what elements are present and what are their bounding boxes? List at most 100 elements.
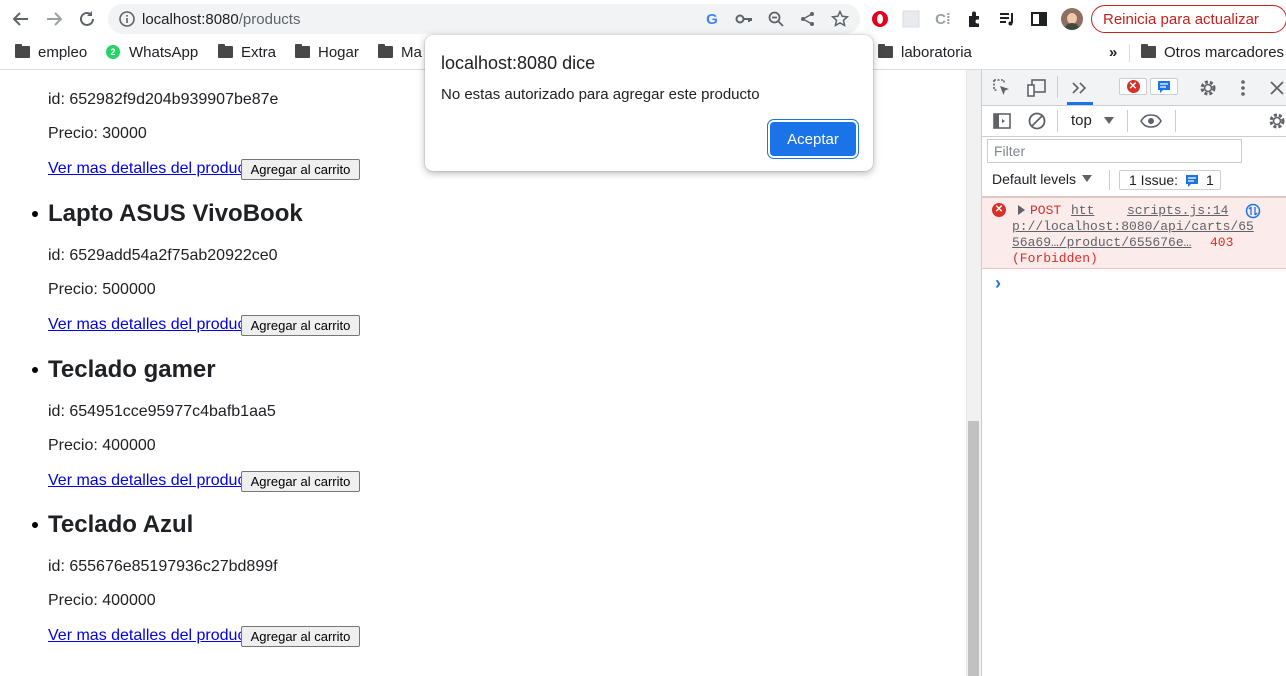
bookmark-label: Ma [401,43,422,61]
console-filter-input[interactable]: Filter [987,139,1242,163]
bookmark-whatsapp[interactable]: 2 WhatsApp [106,43,198,61]
product-id: id: 654951cce95977c4bafb1aa5 [48,403,276,420]
key-icon[interactable] [735,10,753,28]
error-url-start[interactable]: htt [1071,203,1094,218]
back-arrow-icon [12,12,28,26]
issues-button[interactable]: 1 Issue: 1 [1119,170,1221,190]
site-info-icon[interactable] [118,10,136,28]
accept-button[interactable]: Aceptar [770,122,856,156]
console-settings-gear-icon[interactable] [1266,110,1286,132]
zoom-icon[interactable] [767,10,785,28]
product-details-link[interactable]: Ver mas detalles del producto [48,316,259,334]
levels-label: Default levels [992,171,1077,187]
bookmarks-separator [1129,44,1130,62]
folder-icon [878,44,893,58]
error-method: POST [1030,203,1062,218]
devtools-separator [1057,110,1058,132]
error-icon: ✕ [992,203,1006,217]
bookmark-label: empleo [38,43,88,61]
bookmark-label: Otros marcadores [1164,43,1285,61]
bookmark-hogar[interactable]: Hogar [295,43,359,61]
network-request-icon[interactable] [1245,203,1261,219]
side-panel-icon[interactable] [1029,9,1049,29]
devtools-separator [1057,76,1058,98]
context-value: top [1071,112,1092,129]
folder-icon [15,44,30,58]
reload-button[interactable] [76,8,98,30]
settings-gear-icon[interactable] [1197,77,1219,99]
back-button[interactable] [10,8,32,30]
devtools-separator [1175,110,1176,132]
issues-counter[interactable] [1150,78,1178,95]
google-icon[interactable]: G [703,10,721,28]
product-id: id: 652982f9d204b939907be87e [48,91,279,108]
bookmark-laboratoria[interactable]: laboratoria [878,43,972,61]
error-icon: ✕ [1126,80,1140,93]
bookmark-star-icon[interactable] [831,10,849,28]
bookmarks-overflow-button[interactable]: » [1109,43,1117,61]
product-details-link[interactable]: Ver mas detalles del producto [48,160,259,178]
product-details-link[interactable]: Ver mas detalles del producto [48,472,259,490]
close-devtools-icon[interactable] [1266,77,1286,99]
context-select[interactable]: top [1071,112,1114,129]
devtools-separator [1127,110,1128,132]
more-options-icon[interactable] [1232,77,1254,99]
console-prompt[interactable]: › [995,273,1001,294]
inspect-element-icon[interactable] [991,77,1013,99]
product-price: Precio: 400000 [48,437,156,454]
product-title: Teclado gamer [48,356,216,383]
list-bullet [32,367,38,373]
dialog-message: No estas autorizado para agregar este pr… [441,86,760,103]
bookmark-otros-marcadores[interactable]: Otros marcadores [1141,43,1284,61]
active-tab-indicator [1067,102,1093,105]
error-source-link[interactable]: scripts.js:14 [1127,203,1228,218]
add-to-cart-button[interactable]: Agregar al carrito [241,626,360,647]
add-to-cart-button[interactable]: Agregar al carrito [241,471,360,492]
product-id: id: 655676e85197936c27bd899f [48,558,278,575]
error-url-line3[interactable]: 56a69…/product/655676e… [1012,235,1191,250]
bookmark-ma[interactable]: Ma [378,43,422,61]
dialog-title: localhost:8080 dice [441,53,596,73]
folder-icon [1141,44,1156,58]
profile-avatar[interactable] [1061,8,1083,30]
share-icon[interactable] [799,10,817,28]
forward-button[interactable] [43,8,65,30]
error-url-line2[interactable]: p://localhost:8080/api/carts/65 [1012,219,1254,234]
sidebar-toggle-icon[interactable] [991,110,1013,132]
errors-counter[interactable]: ✕ [1119,78,1147,95]
device-toolbar-icon[interactable] [1026,77,1048,99]
url-host: localhost:8080 [142,11,239,28]
extension-opera-icon[interactable] [870,9,890,29]
extension-c-icon[interactable]: C⁞ [933,9,953,29]
add-to-cart-button[interactable]: Agregar al carrito [241,315,360,336]
live-expression-eye-icon[interactable] [1140,110,1162,132]
dropdown-arrow-icon [1103,116,1114,124]
extensions-puzzle-icon[interactable] [965,9,985,29]
bookmark-label: Extra [241,43,277,61]
reload-icon [80,11,94,26]
expand-triangle-icon[interactable] [1018,205,1025,215]
url-text[interactable]: localhost:8080/products [142,11,300,28]
restart-to-update-button[interactable]: Reinicia para actualizar [1091,5,1286,33]
media-controls-icon[interactable] [997,9,1017,29]
product-price: Precio: 30000 [48,125,147,142]
product-price: Precio: 400000 [48,592,156,609]
add-to-cart-button[interactable]: Agregar al carrito [241,159,360,180]
bookmark-extra[interactable]: Extra [218,43,276,61]
scrollbar-thumb[interactable] [968,421,979,676]
product-details-link[interactable]: Ver mas detalles del producto [48,627,259,645]
clear-console-icon[interactable] [1026,110,1048,132]
extension-grid-icon[interactable] [901,9,921,29]
message-icon [1186,174,1199,187]
list-bullet [32,211,38,217]
bookmark-label: laboratoria [901,43,972,61]
more-tabs-icon[interactable] [1069,77,1091,99]
default-levels-dropdown[interactable]: Default levels [992,171,1093,187]
bookmark-empleo[interactable]: empleo [15,43,87,61]
url-path: /products [238,11,301,28]
error-status-code: 403 [1210,235,1234,250]
whatsapp-icon: 2 [106,45,120,59]
folder-icon [218,44,233,58]
product-price: Precio: 500000 [48,281,156,298]
folder-icon [295,44,310,58]
